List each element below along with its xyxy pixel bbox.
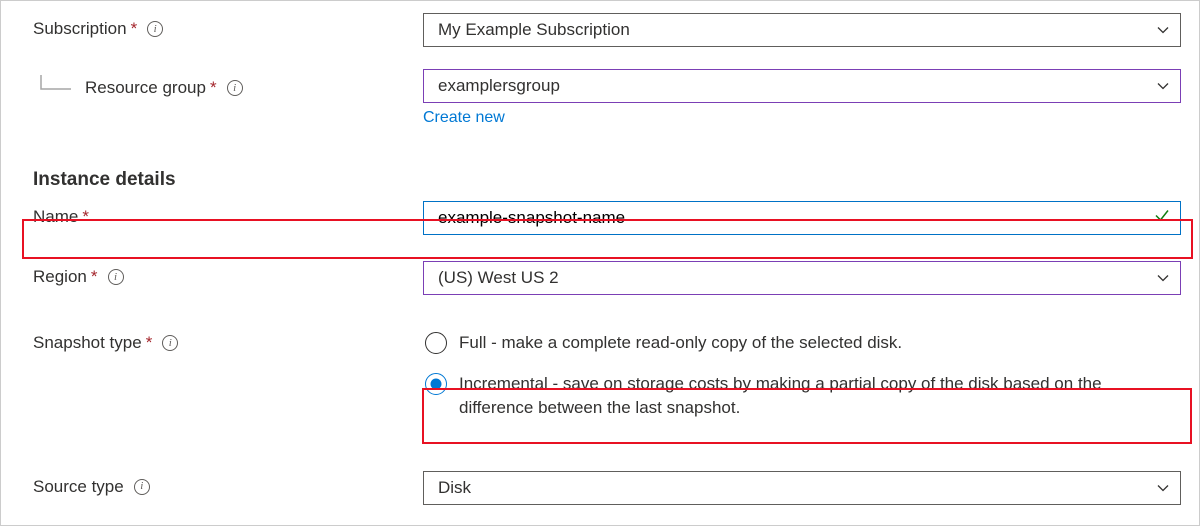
snapshot-type-incremental-label: Incremental - save on storage costs by m… <box>459 372 1179 421</box>
row-source-type: Source type i Disk <box>33 471 1181 507</box>
row-name: Name * <box>33 201 1181 237</box>
radio-icon-selected <box>425 373 447 395</box>
label-snapshot-type: Snapshot type * i <box>33 327 423 353</box>
source-type-dropdown-wrap: Disk <box>423 471 1181 505</box>
chevron-down-icon <box>1156 481 1170 495</box>
row-snapshot-type: Snapshot type * i Full - make a complete… <box>33 327 1181 425</box>
tree-elbow-icon <box>33 75 75 101</box>
label-name: Name * <box>33 201 423 227</box>
label-snapshot-type-text: Snapshot type <box>33 333 142 353</box>
label-name-text: Name <box>33 207 78 227</box>
required-asterisk: * <box>146 333 153 353</box>
region-dropdown-wrap: (US) West US 2 <box>423 261 1181 295</box>
snapshot-type-full-label: Full - make a complete read-only copy of… <box>459 331 902 356</box>
create-new-link[interactable]: Create new <box>423 109 505 127</box>
source-type-dropdown[interactable]: Disk <box>423 471 1181 505</box>
info-icon[interactable]: i <box>162 335 178 351</box>
info-icon[interactable]: i <box>227 80 243 96</box>
label-region-text: Region <box>33 267 87 287</box>
chevron-down-icon <box>1156 79 1170 93</box>
snapshot-type-full[interactable]: Full - make a complete read-only copy of… <box>423 327 1181 360</box>
label-subscription: Subscription * i <box>33 13 423 39</box>
label-subscription-text: Subscription <box>33 19 127 39</box>
snapshot-type-incremental[interactable]: Incremental - save on storage costs by m… <box>423 368 1181 425</box>
row-region: Region * i (US) West US 2 <box>33 261 1181 297</box>
snapshot-type-radios: Full - make a complete read-only copy of… <box>423 327 1181 425</box>
row-resource-group: Resource group * i examplersgroup Create… <box>33 69 1181 127</box>
resource-group-value: examplersgroup <box>438 76 560 96</box>
info-icon[interactable]: i <box>147 21 163 37</box>
subscription-dropdown-wrap: My Example Subscription <box>423 13 1181 47</box>
resource-group-controls: examplersgroup Create new <box>423 69 1181 127</box>
region-dropdown[interactable]: (US) West US 2 <box>423 261 1181 295</box>
info-icon[interactable]: i <box>134 479 150 495</box>
label-resource-group-text: Resource group <box>85 78 206 98</box>
radio-icon <box>425 332 447 354</box>
subscription-dropdown[interactable]: My Example Subscription <box>423 13 1181 47</box>
section-instance-details: Instance details <box>33 169 1181 191</box>
label-source-type-text: Source type <box>33 477 124 497</box>
label-source-type: Source type i <box>33 471 423 497</box>
name-input-wrap <box>423 201 1181 235</box>
create-snapshot-form: Subscription * i My Example Subscription… <box>0 0 1200 526</box>
resource-group-dropdown[interactable]: examplersgroup <box>423 69 1181 103</box>
required-asterisk: * <box>82 207 89 227</box>
chevron-down-icon <box>1156 23 1170 37</box>
subscription-value: My Example Subscription <box>438 20 630 40</box>
required-asterisk: * <box>91 267 98 287</box>
region-value: (US) West US 2 <box>438 268 559 288</box>
label-region: Region * i <box>33 261 423 287</box>
info-icon[interactable]: i <box>108 269 124 285</box>
chevron-down-icon <box>1156 271 1170 285</box>
row-subscription: Subscription * i My Example Subscription <box>33 13 1181 49</box>
label-resource-group: Resource group * i <box>33 69 423 101</box>
required-asterisk: * <box>210 78 217 98</box>
source-type-value: Disk <box>438 478 471 498</box>
name-input[interactable] <box>423 201 1181 235</box>
required-asterisk: * <box>131 19 138 39</box>
